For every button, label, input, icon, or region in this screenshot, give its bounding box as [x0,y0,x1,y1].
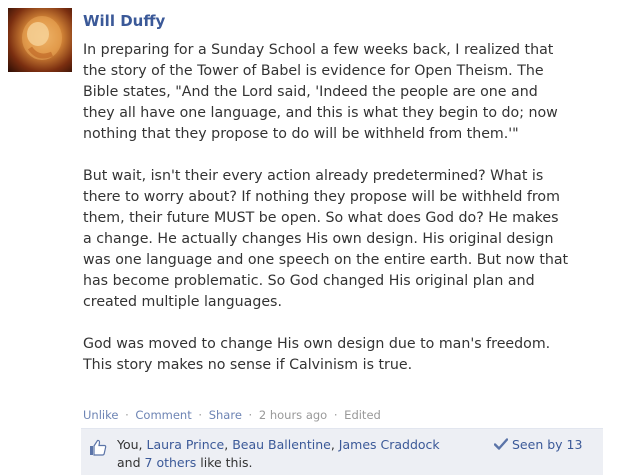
likes-box: You, Laura Prince, Beau Ballentine, Jame… [81,428,603,475]
likes-summary: You, Laura Prince, Beau Ballentine, Jame… [117,436,447,472]
liker-name[interactable]: Laura Prince [147,437,225,452]
author-name[interactable]: Will Duffy [83,12,165,30]
others-link[interactable]: 7 others [145,455,197,470]
separator: · [248,408,253,422]
likes-and: and [117,455,141,470]
timestamp[interactable]: 2 hours ago [259,408,327,422]
seen-by-label: Seen by 13 [512,437,583,452]
separator: · [198,408,203,422]
liker-name[interactable]: James Craddock [339,437,440,452]
separator: · [333,408,338,422]
likes-you: You, [117,437,143,452]
author-avatar[interactable] [8,8,72,72]
post-paragraph: God was moved to change His own design d… [83,336,551,373]
likes-tail: like this. [200,455,253,470]
avatar-image [22,16,62,60]
comma: , [330,437,335,452]
post-paragraph: In preparing for a Sunday School a few w… [83,42,558,142]
checkmark-icon [494,438,508,450]
separator: · [125,408,129,422]
thumbs-up-icon [90,439,107,456]
post-body: In preparing for a Sunday School a few w… [83,40,603,376]
edited-label[interactable]: Edited [344,408,381,422]
post-actions: Unlike · Comment · Share · 2 hours ago ·… [83,408,381,422]
unlike-link[interactable]: Unlike [83,408,118,422]
comma: , [224,437,229,452]
seen-by[interactable]: Seen by 13 [494,436,582,454]
liker-name[interactable]: Beau Ballentine [232,437,331,452]
post-paragraph: But wait, isn't their every action alrea… [83,168,569,310]
share-link[interactable]: Share [209,408,242,422]
comment-link[interactable]: Comment [135,408,191,422]
